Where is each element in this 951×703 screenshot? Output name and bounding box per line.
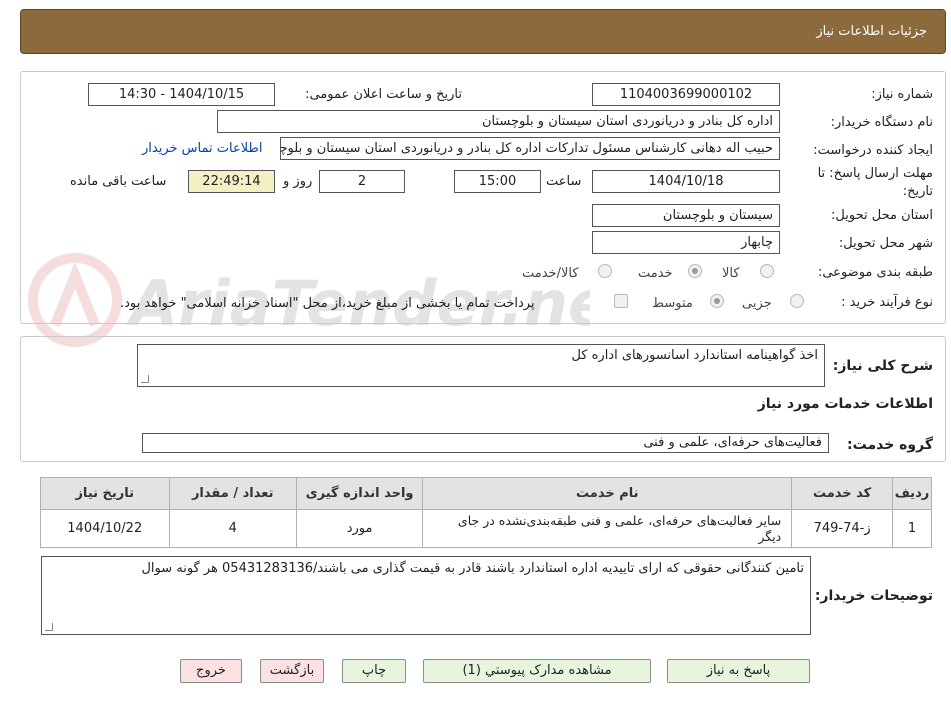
- province-field: سیستان و بلوچستان: [592, 204, 780, 227]
- buyer-org-field: اداره کل بنادر و دریانوردی استان سیستان …: [217, 110, 780, 133]
- days-field: 2: [319, 170, 405, 193]
- print-button[interactable]: چاپ: [342, 659, 406, 683]
- treasury-text: پرداخت تمام یا بخشی از مبلغ خرید،از محل …: [120, 296, 535, 311]
- cell-quantity: 4: [168, 509, 297, 548]
- category-option-goods-service: کالا/خدمت: [522, 266, 579, 281]
- deadline-date-field: 1404/10/18: [592, 170, 780, 193]
- buyer-notes-text: تامین کنندگانی حقوقی که ارای تاییدیه ادا…: [141, 561, 804, 576]
- announce-field: 1404/10/15 - 14:30: [88, 83, 275, 106]
- cell-service-code: ز-74-749: [791, 509, 893, 548]
- announce-label: تاریخ و ساعت اعلان عمومی:: [305, 87, 462, 102]
- col-header-row-number: ردیف: [891, 477, 933, 510]
- category-radio-goods-service[interactable]: [598, 264, 612, 278]
- requester-field: حبیب اله دهانی کارشناس مسئول تدارکات ادا…: [280, 137, 780, 160]
- need-number-field: 1104003699000102: [592, 83, 780, 106]
- city-field: چابهار: [592, 231, 780, 254]
- summary-label: شرح کلی نیاز:: [832, 358, 933, 374]
- process-option-minor: جزیی: [742, 296, 772, 311]
- requester-label: ایجاد کننده درخواست:: [813, 143, 933, 158]
- buyer-notes-field: تامین کنندگانی حقوقی که ارای تاییدیه ادا…: [41, 556, 811, 635]
- table-row: 1 ز-74-749 سایر فعالیت‌های حرفه‌ای، علمی…: [40, 509, 933, 548]
- province-label: استان محل تحویل:: [831, 208, 933, 223]
- service-group-field: فعالیت‌های حرفه‌ای، علمی و فنی: [142, 433, 829, 453]
- treasury-checkbox[interactable]: [614, 294, 628, 308]
- contact-buyer-link[interactable]: اطلاعات تماس خریدار: [142, 141, 262, 156]
- buyer-notes-label: توضیحات خریدار:: [814, 588, 933, 604]
- process-radio-medium[interactable]: [710, 294, 724, 308]
- back-button[interactable]: بازگشت: [260, 659, 324, 683]
- page-header: جزئیات اطلاعات نیاز: [20, 9, 946, 54]
- view-attachments-button[interactable]: مشاهده مدارک پیوستي (1): [423, 659, 651, 683]
- page-title: جزئیات اطلاعات نیاز: [816, 24, 927, 39]
- category-option-service: خدمت: [638, 266, 673, 281]
- col-header-need-date: تاریخ نیاز: [40, 477, 170, 510]
- col-header-service-code: کد خدمت: [791, 477, 893, 510]
- service-group-label: گروه خدمت:: [847, 437, 933, 453]
- col-header-unit: واحد اندازه گیری: [295, 477, 424, 510]
- category-radio-goods[interactable]: [760, 264, 774, 278]
- summary-field: اخذ گواهینامه استاندارد اسانسورهای اداره…: [137, 344, 825, 387]
- buyer-org-label: نام دستگاه خریدار:: [830, 115, 933, 130]
- process-label: نوع فرآیند خرید :: [841, 295, 933, 310]
- table-header-row: ردیف کد خدمت نام خدمت واحد اندازه گیری ت…: [40, 477, 933, 510]
- category-option-goods: کالا: [722, 266, 740, 281]
- need-number-label: شماره نیاز:: [871, 87, 933, 102]
- exit-button[interactable]: خروج: [180, 659, 242, 683]
- services-section-title: اطلاعات خدمات مورد نیاز: [757, 396, 933, 412]
- remaining-time-field: 22:49:14: [188, 170, 275, 193]
- deadline-date-label: تاریخ:: [902, 184, 933, 199]
- cell-need-date: 1404/10/22: [40, 509, 170, 548]
- resize-handle-icon[interactable]: [141, 375, 149, 383]
- services-table: ردیف کد خدمت نام خدمت واحد اندازه گیری ت…: [40, 477, 933, 548]
- cell-unit: مورد: [295, 509, 424, 548]
- remaining-label: ساعت باقی مانده: [70, 174, 167, 189]
- col-header-quantity: تعداد / مقدار: [168, 477, 297, 510]
- cell-service-name: سایر فعالیت‌های حرفه‌ای، علمی و فنی طبقه…: [422, 509, 793, 548]
- cell-row-number: 1: [891, 509, 933, 548]
- days-label: روز و: [283, 174, 313, 189]
- category-radio-service[interactable]: [688, 264, 702, 278]
- col-header-service-name: نام خدمت: [422, 477, 793, 510]
- time-label: ساعت: [546, 174, 582, 189]
- deadline-time-field: 15:00: [454, 170, 541, 193]
- process-option-medium: متوسط: [652, 296, 693, 311]
- reply-button[interactable]: پاسخ به نیاز: [667, 659, 810, 683]
- deadline-label: مهلت ارسال پاسخ: تا: [817, 166, 933, 181]
- city-label: شهر محل تحویل:: [838, 236, 933, 251]
- details-panel: [20, 71, 946, 324]
- category-label: طبقه بندی موضوعی:: [817, 265, 933, 280]
- process-radio-minor[interactable]: [790, 294, 804, 308]
- resize-handle-icon[interactable]: [45, 623, 53, 631]
- summary-text: اخذ گواهینامه استاندارد اسانسورهای اداره…: [571, 348, 818, 363]
